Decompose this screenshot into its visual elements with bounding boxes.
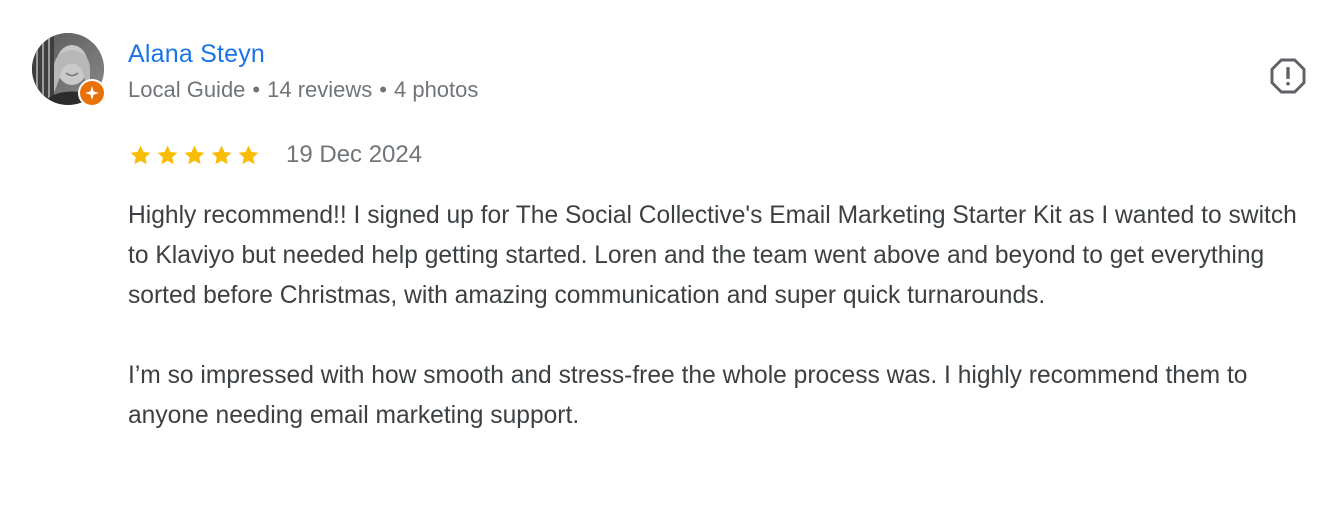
reviewer-name-link[interactable]: Alana Steyn: [128, 38, 265, 70]
meta-separator: •: [252, 77, 261, 102]
reviewer-meta: Local Guide • 14 reviews • 4 photos: [128, 76, 478, 104]
star-icon: [157, 145, 178, 164]
review-paragraph: I’m so impressed with how smooth and str…: [128, 362, 1248, 429]
reviewer-review-count: 14 reviews: [267, 77, 373, 102]
review-body: Highly recommend!! I signed up for The S…: [128, 196, 1318, 436]
meta-separator: •: [379, 77, 387, 102]
rating-row: 19 Dec 2024: [128, 138, 422, 172]
reviewer-avatar[interactable]: [32, 33, 106, 107]
review-card: Alana Steyn Local Guide • 14 reviews • 4 pho…: [0, 0, 1344, 518]
review-date: 19 Dec 2024: [286, 141, 423, 168]
reviewer-level: Local Guide: [128, 77, 246, 102]
local-guide-badge-icon: [78, 79, 106, 107]
star-rating: [128, 143, 261, 168]
star-icon: [211, 145, 232, 164]
reviewer-photo-count: 4 photos: [393, 77, 479, 102]
star-icon: [184, 145, 205, 164]
report-flag-icon: [1270, 58, 1306, 94]
star-icon: [238, 145, 259, 164]
review-paragraph: Highly recommend!! I signed up for The S…: [128, 202, 1297, 309]
report-review-button[interactable]: [1264, 52, 1312, 100]
star-icon: [130, 145, 151, 164]
